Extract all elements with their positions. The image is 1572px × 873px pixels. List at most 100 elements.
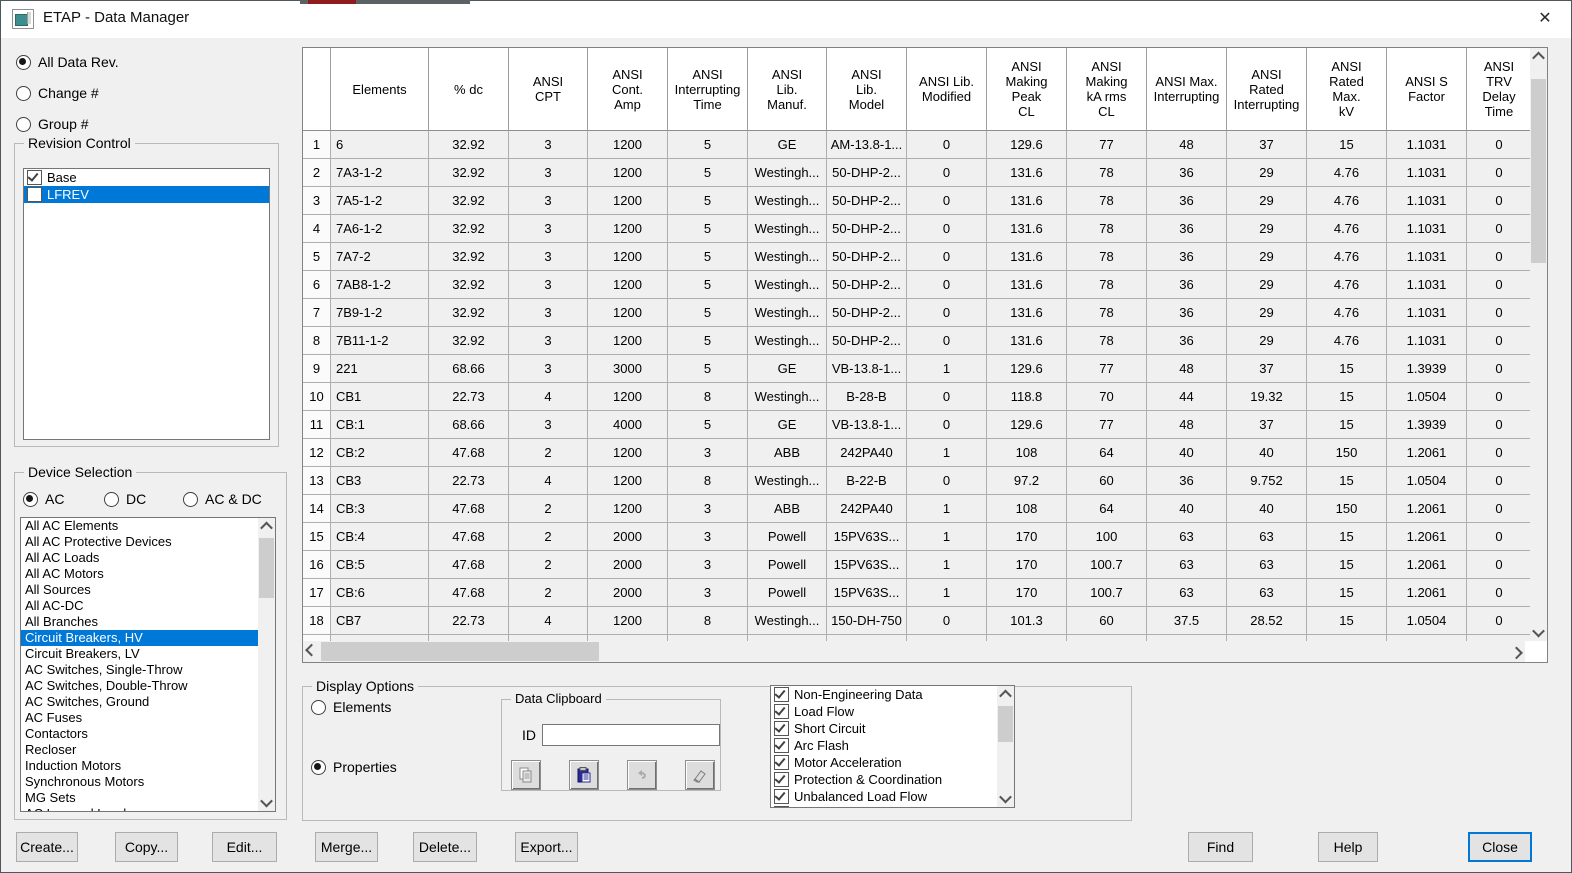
revision-list-item[interactable]: LFREV bbox=[24, 186, 269, 203]
scroll-up-button[interactable] bbox=[1530, 48, 1547, 65]
table-cell[interactable]: 0 bbox=[907, 215, 987, 243]
table-cell[interactable]: 2 bbox=[509, 439, 588, 467]
table-cell[interactable]: GE bbox=[748, 131, 827, 159]
table-cell[interactable]: 15PV63S... bbox=[827, 523, 907, 551]
table-cell[interactable]: 1.3939 bbox=[1387, 355, 1467, 383]
table-cell[interactable]: 5 bbox=[668, 215, 748, 243]
device-list-item[interactable]: AC Fuses bbox=[21, 710, 258, 726]
table-cell[interactable]: 0 bbox=[1467, 439, 1530, 467]
table-cell[interactable]: 150 bbox=[1307, 439, 1387, 467]
table-cell[interactable]: 50-DHP-2... bbox=[827, 243, 907, 271]
clipboard-paste-button[interactable] bbox=[569, 760, 599, 790]
table-cell[interactable]: 50-DHP-2... bbox=[827, 187, 907, 215]
table-cell[interactable]: 15 bbox=[1307, 131, 1387, 159]
table-cell[interactable]: 170 bbox=[987, 551, 1067, 579]
edit-button[interactable]: Edit... bbox=[212, 832, 277, 862]
radio-elements[interactable] bbox=[311, 700, 326, 715]
table-cell[interactable]: 1.2061 bbox=[1387, 579, 1467, 607]
scroll-right-button[interactable] bbox=[1508, 641, 1525, 662]
checklist-checkbox[interactable] bbox=[774, 772, 789, 787]
row-number-cell[interactable]: 6 bbox=[303, 271, 331, 299]
checklist-checkbox[interactable] bbox=[774, 789, 789, 804]
table-cell[interactable]: 101.3 bbox=[987, 607, 1067, 635]
table-cell[interactable]: 63 bbox=[1147, 551, 1227, 579]
table-cell[interactable]: 47.68 bbox=[429, 579, 509, 607]
table-cell[interactable]: 1.1031 bbox=[1387, 159, 1467, 187]
table-cell[interactable]: 4.76 bbox=[1307, 327, 1387, 355]
table-cell[interactable]: 5 bbox=[668, 411, 748, 439]
table-cell[interactable]: 5 bbox=[668, 131, 748, 159]
device-list-item[interactable]: Induction Motors bbox=[21, 758, 258, 774]
table-cell[interactable]: Westingh... bbox=[748, 383, 827, 411]
table-cell[interactable]: 29 bbox=[1227, 159, 1307, 187]
table-cell[interactable]: 78 bbox=[1067, 215, 1147, 243]
table-cell[interactable]: 1.1031 bbox=[1387, 187, 1467, 215]
table-cell[interactable]: 0 bbox=[907, 467, 987, 495]
table-cell[interactable]: 29 bbox=[1227, 243, 1307, 271]
table-cell[interactable]: 0 bbox=[1467, 523, 1530, 551]
table-cell[interactable]: 3 bbox=[668, 579, 748, 607]
table-cell[interactable]: 1.1031 bbox=[1387, 131, 1467, 159]
table-cell[interactable]: AM-13.8-1... bbox=[827, 131, 907, 159]
row-number-cell[interactable]: 8 bbox=[303, 327, 331, 355]
table-cell[interactable]: 5 bbox=[668, 355, 748, 383]
table-cell[interactable]: 1 bbox=[907, 495, 987, 523]
radio-all-data-rev[interactable] bbox=[16, 55, 31, 70]
scrollbar-thumb[interactable] bbox=[321, 642, 599, 661]
table-cell[interactable]: 48 bbox=[1147, 131, 1227, 159]
table-cell[interactable]: 2 bbox=[509, 551, 588, 579]
table-cell[interactable]: 0 bbox=[1467, 215, 1530, 243]
table-horizontal-scrollbar[interactable] bbox=[303, 641, 1525, 662]
table-cell[interactable]: 15 bbox=[1307, 523, 1387, 551]
table-cell[interactable]: 0 bbox=[907, 383, 987, 411]
clipboard-erase-button[interactable] bbox=[685, 760, 715, 790]
table-cell[interactable]: 0 bbox=[1467, 383, 1530, 411]
table-cell[interactable]: Westingh... bbox=[748, 327, 827, 355]
table-cell[interactable]: ABB bbox=[748, 495, 827, 523]
table-cell[interactable]: 22.73 bbox=[429, 607, 509, 635]
table-cell[interactable]: 7AB8-1-2 bbox=[331, 271, 429, 299]
table-cell[interactable]: 1200 bbox=[588, 243, 668, 271]
table-cell[interactable]: 64 bbox=[1067, 439, 1147, 467]
table-cell[interactable]: 50-DHP-2... bbox=[827, 159, 907, 187]
table-cell[interactable]: 5 bbox=[668, 299, 748, 327]
table-cell[interactable]: 3 bbox=[509, 355, 588, 383]
table-cell[interactable]: 1200 bbox=[588, 495, 668, 523]
table-cell[interactable]: 129.6 bbox=[987, 411, 1067, 439]
table-cell[interactable]: 60 bbox=[1067, 607, 1147, 635]
table-cell[interactable]: 1.2061 bbox=[1387, 551, 1467, 579]
table-cell[interactable]: 221 bbox=[331, 355, 429, 383]
table-cell[interactable]: 22.73 bbox=[429, 383, 509, 411]
table-cell[interactable]: 131.6 bbox=[987, 159, 1067, 187]
table-cell[interactable]: 5 bbox=[668, 243, 748, 271]
table-cell[interactable]: CB3 bbox=[331, 467, 429, 495]
table-cell[interactable]: 2 bbox=[509, 523, 588, 551]
table-cell[interactable]: 36 bbox=[1147, 271, 1227, 299]
table-cell[interactable]: 0 bbox=[907, 159, 987, 187]
checklist-item[interactable]: Unbalanced Load Flow bbox=[771, 788, 997, 805]
device-list-item[interactable]: Circuit Breakers, LV bbox=[21, 646, 258, 662]
table-cell[interactable]: 50-DHP-2... bbox=[827, 327, 907, 355]
device-list-item[interactable]: AC Switches, Single-Throw bbox=[21, 662, 258, 678]
table-cell[interactable]: 2 bbox=[509, 579, 588, 607]
checklist-item[interactable] bbox=[771, 805, 997, 808]
table-cell[interactable]: 60 bbox=[1067, 467, 1147, 495]
table-cell[interactable]: 0 bbox=[907, 131, 987, 159]
device-list-scrollbar[interactable] bbox=[258, 518, 275, 811]
scroll-down-button[interactable] bbox=[997, 790, 1014, 807]
table-cell[interactable]: 4 bbox=[509, 383, 588, 411]
delete-button[interactable]: Delete... bbox=[413, 832, 477, 862]
table-cell[interactable]: 1.2061 bbox=[1387, 439, 1467, 467]
table-cell[interactable]: 131.6 bbox=[987, 271, 1067, 299]
table-cell[interactable]: 48 bbox=[1147, 411, 1227, 439]
table-cell[interactable]: 78 bbox=[1067, 299, 1147, 327]
table-cell[interactable]: 131.6 bbox=[987, 215, 1067, 243]
table-cell[interactable]: 3 bbox=[509, 299, 588, 327]
table-cell[interactable]: 242PA40 bbox=[827, 439, 907, 467]
table-cell[interactable]: 150-DH-750 bbox=[827, 607, 907, 635]
table-cell[interactable]: 100.7 bbox=[1067, 551, 1147, 579]
help-button[interactable]: Help bbox=[1318, 832, 1378, 862]
table-cell[interactable]: 63 bbox=[1227, 551, 1307, 579]
table-cell[interactable]: 15PV63S... bbox=[827, 579, 907, 607]
table-cell[interactable]: 1 bbox=[907, 355, 987, 383]
